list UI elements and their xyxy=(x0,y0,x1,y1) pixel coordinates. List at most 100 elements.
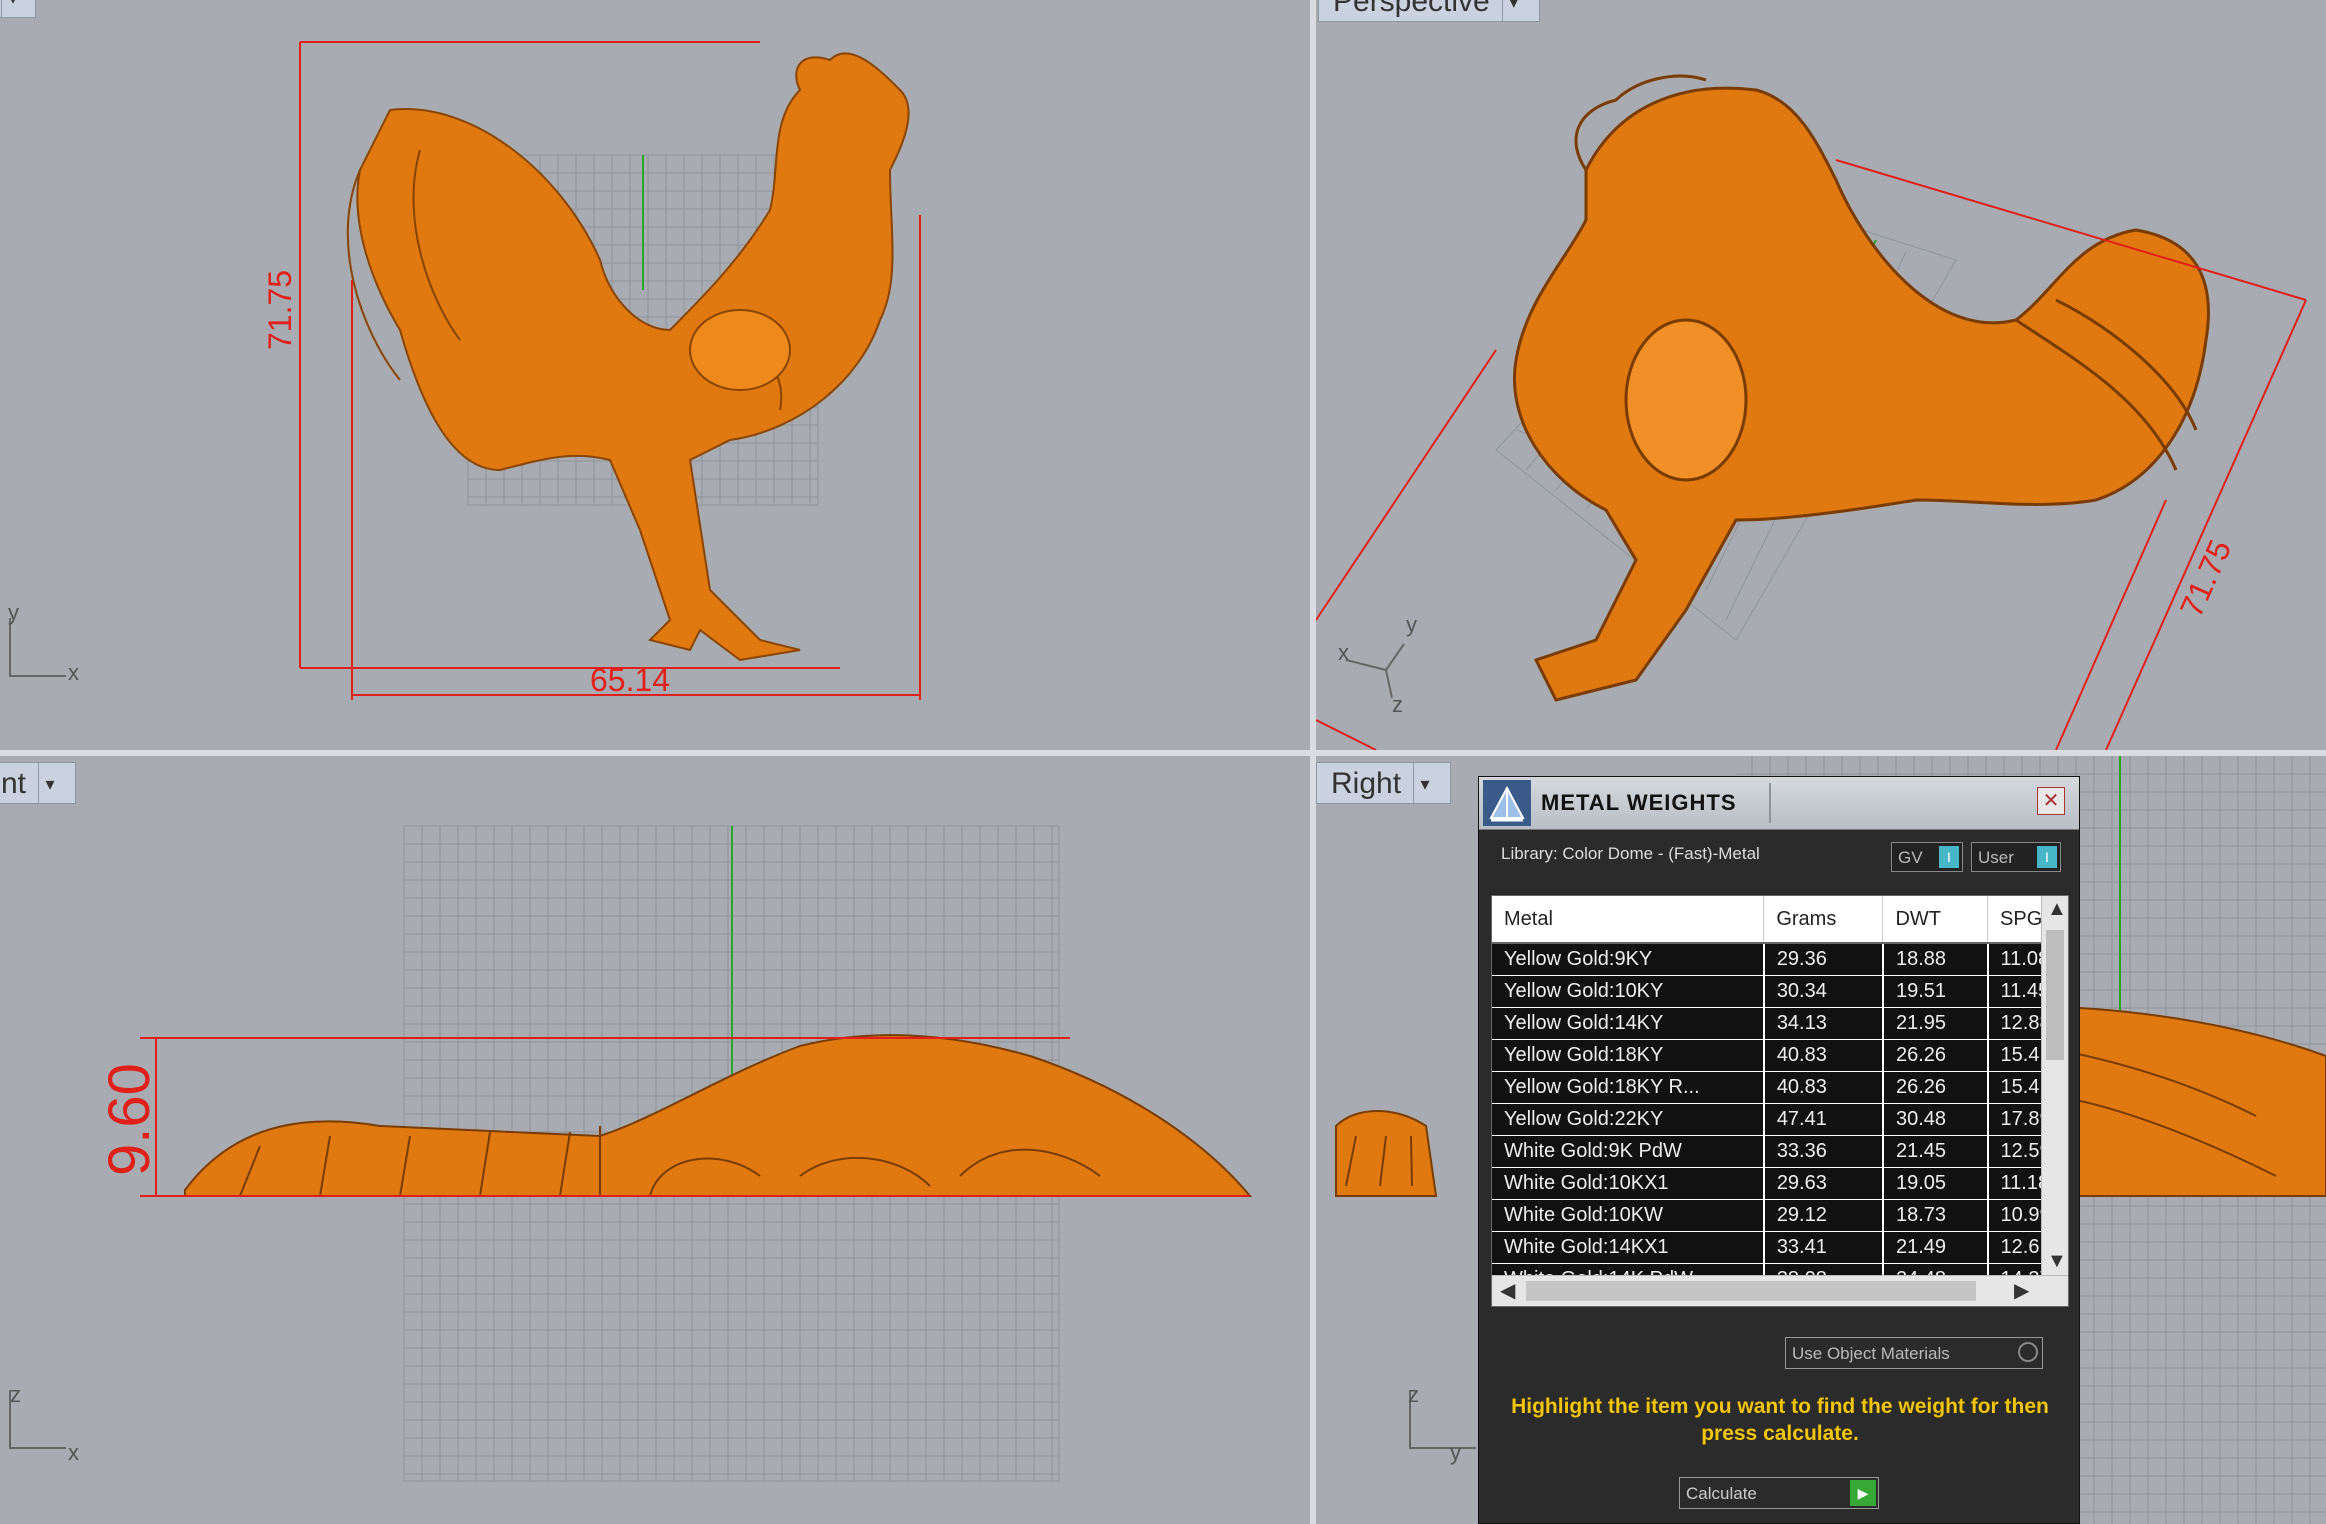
scroll-down-icon[interactable]: ▼ xyxy=(2047,1250,2067,1273)
table-row[interactable]: Yellow Gold:10KY 30.34 19.51 11.45 xyxy=(1492,975,2068,1008)
table-cell: 18.73 xyxy=(1882,1199,1989,1232)
user-toggle[interactable]: User I xyxy=(1971,842,2061,872)
table-cell: Yellow Gold:18KY xyxy=(1492,1039,1765,1072)
user-toggle-label: User xyxy=(1978,848,2014,867)
axis-y-label: y xyxy=(8,600,19,625)
table-cell: Yellow Gold:14KY xyxy=(1492,1007,1765,1040)
chevron-down-icon[interactable]: ▾ xyxy=(1413,763,1436,803)
table-cell: 33.41 xyxy=(1763,1231,1884,1264)
table-cell: White Gold:14KX1 xyxy=(1492,1231,1765,1264)
radio-icon[interactable] xyxy=(2018,1342,2038,1362)
gv-toggle-label: GV xyxy=(1898,848,1923,867)
table-row[interactable]: Yellow Gold:18KY 40.83 26.26 15.41 xyxy=(1492,1039,2068,1072)
rooster-model-profile xyxy=(184,1034,1253,1197)
scroll-thumb[interactable] xyxy=(1526,1281,1976,1301)
table-cell: Yellow Gold:9KY xyxy=(1492,943,1765,976)
scroll-left-icon[interactable]: ◀ xyxy=(1500,1278,1515,1303)
axis-x-label: x xyxy=(1338,640,1349,665)
table-row[interactable]: Yellow Gold:14KY 34.13 21.95 12.88 xyxy=(1492,1007,2068,1040)
viewport-perspective[interactable]: 71.75 x y z Perspective ▾ xyxy=(1316,0,2326,750)
library-row: Library: Color Dome - (Fast)-Metal GV I U… xyxy=(1479,830,2079,878)
column-header[interactable]: DWT xyxy=(1882,896,1989,944)
axis-z-label: z xyxy=(1392,692,1403,717)
height-dimension-label: 71.75 xyxy=(262,269,298,350)
table-cell: 21.45 xyxy=(1882,1135,1989,1168)
height-dimension-label: 9.60 xyxy=(97,1063,162,1176)
vertical-scrollbar[interactable]: ▲ ▼ xyxy=(2041,896,2068,1306)
viewport-tab-label: Right xyxy=(1331,767,1402,800)
table-row[interactable]: White Gold:10KW 29.12 18.73 10.99 xyxy=(1492,1199,2068,1232)
use-object-materials-option[interactable]: Use Object Materials xyxy=(1785,1337,2043,1369)
table-cell: White Gold:10KX1 xyxy=(1492,1167,1765,1200)
library-label: Library: Color Dome - (Fast)-Metal xyxy=(1501,844,1760,863)
viewport-tab-label: Perspective xyxy=(1333,0,1490,18)
perspective-scene xyxy=(1316,74,2307,750)
table-cell: Yellow Gold:22KY xyxy=(1492,1103,1765,1136)
axis-z-label: z xyxy=(10,1382,21,1407)
table-row[interactable]: White Gold:14KX1 33.41 21.49 12.61 xyxy=(1492,1231,2068,1264)
table-cell: Yellow Gold:10KY xyxy=(1492,975,1765,1008)
table-cell: 19.51 xyxy=(1882,975,1989,1008)
table-cell: 29.12 xyxy=(1763,1199,1884,1232)
viewport-divider-horizontal[interactable] xyxy=(0,750,2326,756)
table-cell: 29.63 xyxy=(1763,1167,1884,1200)
chevron-down-icon[interactable]: ▾ xyxy=(1501,0,1525,21)
scroll-right-icon[interactable]: ▶ xyxy=(2014,1278,2029,1303)
table-cell: 19.05 xyxy=(1882,1167,1989,1200)
table-row[interactable]: Yellow Gold:9KY 29.36 18.88 11.08 xyxy=(1492,943,2068,976)
table-row[interactable]: Yellow Gold:22KY 47.41 30.48 17.89 xyxy=(1492,1103,2068,1136)
gv-toggle[interactable]: GV I xyxy=(1891,842,1963,872)
scale-logo-icon xyxy=(1483,780,1531,826)
column-header[interactable]: Metal xyxy=(1492,896,1765,944)
viewport-top[interactable]: 71.75 65.14 y x ▾ xyxy=(0,0,1310,750)
axis-x-label: x xyxy=(68,1440,79,1465)
calculate-button[interactable]: Calculate ▶ xyxy=(1679,1477,1879,1509)
horizontal-scrollbar[interactable]: ◀ ▶ xyxy=(1492,1275,2068,1306)
axis-y-label: y xyxy=(1450,1440,1461,1465)
table-cell: 26.26 xyxy=(1882,1071,1989,1104)
table-cell: 30.34 xyxy=(1763,975,1884,1008)
table-cell: 26.26 xyxy=(1882,1039,1989,1072)
table-cell: 47.41 xyxy=(1763,1103,1884,1136)
table-cell: 29.36 xyxy=(1763,943,1884,976)
table-row[interactable]: White Gold:10KX1 29.63 19.05 11.18 xyxy=(1492,1167,2068,1200)
rooster-model xyxy=(346,52,910,662)
width-dimension-label: 65.14 xyxy=(590,662,671,698)
table-cell: 40.83 xyxy=(1763,1039,1884,1072)
scroll-thumb[interactable] xyxy=(2046,930,2064,1060)
viewport-front[interactable]: 9.60 z x nt ▾ xyxy=(0,756,1310,1524)
axis-z-label: z xyxy=(1408,1382,1419,1407)
top-view-scene xyxy=(299,41,921,700)
table-cell: Yellow Gold:18KY R... xyxy=(1492,1071,1765,1104)
table-cell: White Gold:9K PdW xyxy=(1492,1135,1765,1168)
table-row[interactable]: White Gold:9K PdW 33.36 21.45 12.59 xyxy=(1492,1135,2068,1168)
dialog-title: METAL WEIGHTS xyxy=(1541,790,1737,815)
viewport-menu-button[interactable]: ▾ xyxy=(0,0,36,18)
viewport-tab-front[interactable]: nt ▾ xyxy=(0,762,77,804)
rooster-model xyxy=(1513,74,2210,702)
table-header-row: Metal Grams DWT SPG xyxy=(1492,896,2068,944)
metal-weights-dialog: METAL WEIGHTS ✕ Library: Color Dome - (F… xyxy=(1478,776,2080,1524)
scroll-up-icon[interactable]: ▲ xyxy=(2047,898,2067,921)
viewport-tab-perspective[interactable]: Perspective ▾ xyxy=(1318,0,1540,22)
close-icon[interactable]: ✕ xyxy=(2037,787,2065,815)
dialog-title-bar[interactable]: METAL WEIGHTS ✕ xyxy=(1479,777,2079,830)
table-cell: White Gold:10KW xyxy=(1492,1199,1765,1232)
instruction-text: Highlight the item you want to find the … xyxy=(1511,1395,2049,1445)
metal-table[interactable]: Metal Grams DWT SPG Yellow Gold:9KY 29.36 18.… xyxy=(1491,895,2069,1307)
viewport-tab-label: nt xyxy=(1,767,27,800)
table-cell: 18.88 xyxy=(1882,943,1989,976)
axis-x-label: x xyxy=(68,660,79,685)
table-row[interactable]: Yellow Gold:18KY R... 40.83 26.26 15.41 xyxy=(1492,1071,2068,1104)
front-view-scene xyxy=(140,825,1253,1482)
table-cell: 34.13 xyxy=(1763,1007,1884,1040)
calculate-label: Calculate xyxy=(1686,1484,1757,1503)
viewport-tab-right[interactable]: Right ▾ xyxy=(1316,762,1452,804)
use-object-materials-label: Use Object Materials xyxy=(1792,1344,1950,1363)
viewport-divider-vertical[interactable] xyxy=(1310,0,1316,1524)
column-header[interactable]: Grams xyxy=(1763,896,1884,944)
table-cell: 21.49 xyxy=(1882,1231,1989,1264)
axis-y-label: y xyxy=(1406,612,1417,637)
table-cell: 33.36 xyxy=(1763,1135,1884,1168)
chevron-down-icon[interactable]: ▾ xyxy=(38,763,61,803)
